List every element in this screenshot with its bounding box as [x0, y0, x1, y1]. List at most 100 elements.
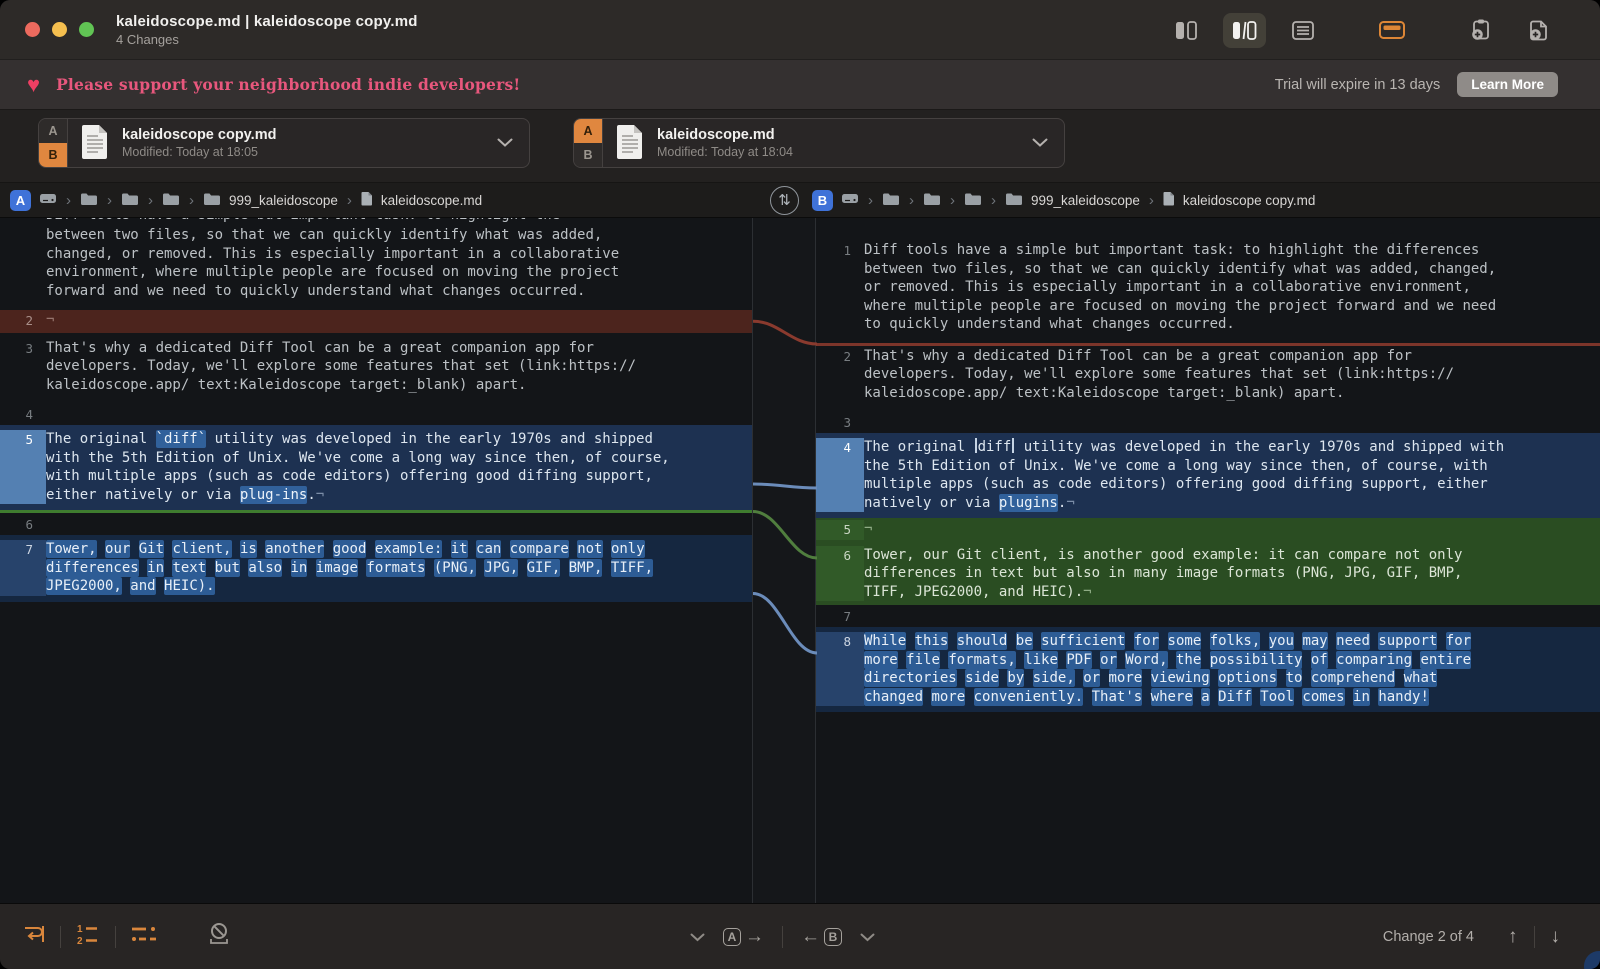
folder-icon[interactable] [162, 192, 180, 209]
diff-row[interactable]: between two files, so that we can quickl… [0, 225, 752, 309]
folder-icon[interactable] [882, 192, 900, 209]
line-number: 7 [0, 540, 46, 596]
change-markers-icon[interactable] [130, 922, 158, 951]
diff-row[interactable]: 2¬ [0, 310, 752, 333]
folder-icon[interactable] [80, 192, 98, 209]
diff-row[interactable]: 4 [0, 403, 752, 425]
slot-a-toggle[interactable]: A [39, 119, 67, 143]
line-number [0, 226, 46, 300]
breadcrumb-folder[interactable]: 999_kaleidoscope [229, 193, 338, 208]
line-text [46, 515, 752, 533]
window-title: kaleidoscope.md | kaleidoscope copy.md [116, 13, 418, 30]
line-text: The original `diff` utility was develope… [46, 430, 752, 504]
traffic-lights [25, 22, 94, 37]
arrow-right-icon: → [745, 926, 764, 948]
folder-icon[interactable] [964, 192, 982, 209]
breadcrumb-file[interactable]: kaleidoscope copy.md [1183, 193, 1316, 208]
wrap-lines-icon[interactable] [22, 922, 46, 951]
file-selector-right[interactable]: A B kaleidoscope.md Modified: Today at 1… [573, 118, 1065, 168]
line-text [864, 607, 1600, 625]
folder-icon[interactable] [1005, 192, 1023, 209]
file-icon[interactable] [361, 191, 373, 209]
promo-banner: ♥ Please support your neighborhood indie… [0, 60, 1600, 110]
line-text: Diff tools have a simple but important t… [46, 218, 752, 225]
close-button[interactable] [25, 22, 40, 37]
line-number: 4 [816, 438, 864, 512]
new-file-comparison-icon[interactable] [1518, 11, 1560, 49]
chevron-down-icon[interactable] [497, 134, 513, 152]
fluid-view-icon[interactable] [1223, 13, 1266, 48]
reader-mode-icon[interactable] [1370, 13, 1414, 47]
diff-row[interactable]: 5¬ [816, 518, 1600, 544]
diff-row[interactable]: 3 [816, 411, 1600, 433]
line-text: Tower, our Git client, is another good e… [864, 546, 1600, 602]
learn-more-button[interactable]: Learn More [1457, 72, 1558, 97]
drive-icon[interactable] [841, 192, 859, 208]
file-modified: Modified: Today at 18:05 [122, 145, 276, 159]
diff-row[interactable]: 2That's why a dedicated Diff Tool can be… [816, 346, 1600, 412]
merge-a-right-button[interactable]: A→ [723, 926, 764, 948]
slot-b-toggle[interactable]: B [574, 143, 602, 167]
diff-pane-b[interactable]: 1Diff tools have a simple but important … [816, 218, 1600, 903]
diff-row[interactable]: 6Tower, our Git client, is another good … [816, 544, 1600, 606]
diff-row[interactable]: 4The original diff utility was developed… [816, 433, 1600, 518]
breadcrumb-separator: › [1149, 192, 1154, 209]
line-text [46, 405, 752, 423]
folder-icon[interactable] [923, 192, 941, 209]
trial-expiry-text: Trial will expire in 13 days [1275, 77, 1440, 93]
diff-pane-a[interactable]: Diff tools have a simple but important t… [0, 218, 752, 903]
swap-files-button[interactable]: ⇅ [770, 186, 799, 215]
next-change-icon[interactable]: ↓ [1551, 926, 1561, 948]
banner-message: Please support your neighborhood indie d… [56, 75, 520, 94]
diff-row[interactable]: 3That's why a dedicated Diff Tool can be… [0, 338, 752, 404]
slot-b-toggle[interactable]: B [39, 143, 67, 167]
ab-toggle: A B [39, 119, 68, 167]
file-selector-row: A B kaleidoscope copy.md Modified: Today… [0, 110, 1600, 183]
line-number: 8 [816, 632, 864, 706]
breadcrumb-separator: › [148, 192, 153, 209]
breadcrumb-folder[interactable]: 999_kaleidoscope [1031, 193, 1140, 208]
line-number [0, 218, 46, 225]
chevron-down-icon[interactable] [1032, 134, 1048, 152]
line-text: The original diff utility was developed … [864, 438, 1600, 512]
line-text: between two files, so that we can quickl… [46, 226, 752, 300]
chevron-down-icon[interactable] [860, 929, 875, 945]
merge-b-left-button[interactable]: ←B [801, 926, 842, 948]
file-name: kaleidoscope copy.md [122, 127, 276, 143]
breadcrumb-right: B › › › › 999_kaleidoscope › kaleidoscop… [812, 190, 1315, 211]
diff-row[interactable]: 5The original `diff` utility was develop… [0, 425, 752, 510]
breadcrumb-separator: › [991, 192, 996, 209]
title-block: kaleidoscope.md | kaleidoscope copy.md 4… [116, 13, 418, 47]
folder-icon[interactable] [121, 192, 139, 209]
line-numbers-icon[interactable]: 12 [75, 922, 101, 951]
chevron-down-icon[interactable] [690, 929, 705, 945]
line-text: Tower, our Git client, is another good e… [46, 540, 752, 596]
diff-row[interactable]: 1Diff tools have a simple but important … [816, 240, 1600, 343]
unified-view-icon[interactable] [1282, 13, 1324, 48]
ignore-changes-icon[interactable] [206, 921, 232, 952]
svg-text:2: 2 [77, 936, 83, 946]
diff-row[interactable]: 8While this should be sufficient for som… [816, 627, 1600, 712]
zoom-button[interactable] [79, 22, 94, 37]
two-pane-view-icon[interactable] [1165, 13, 1207, 48]
line-number: 2 [0, 311, 46, 331]
file-selector-left[interactable]: A B kaleidoscope copy.md Modified: Today… [38, 118, 530, 168]
document-icon [80, 123, 110, 164]
diff-row[interactable]: 7Tower, our Git client, is another good … [0, 535, 752, 602]
diff-row[interactable]: Diff tools have a simple but important t… [0, 218, 752, 225]
diff-row[interactable]: 7 [816, 605, 1600, 627]
diff-row[interactable]: 6 [0, 513, 752, 535]
previous-change-icon[interactable]: ↑ [1508, 926, 1518, 948]
change-counter: Change 2 of 4 [1383, 929, 1474, 945]
line-text: Diff tools have a simple but important t… [864, 241, 1600, 334]
slot-a-toggle[interactable]: A [574, 119, 602, 143]
file-icon[interactable] [1163, 191, 1175, 209]
drive-icon[interactable] [39, 192, 57, 208]
add-to-clipboard-icon[interactable] [1460, 11, 1502, 49]
minimize-button[interactable] [52, 22, 67, 37]
line-number: 3 [816, 413, 864, 431]
breadcrumb-file[interactable]: kaleidoscope.md [381, 193, 482, 208]
corner-accent [1584, 951, 1600, 969]
file-name: kaleidoscope.md [657, 127, 793, 143]
folder-icon[interactable] [203, 192, 221, 209]
